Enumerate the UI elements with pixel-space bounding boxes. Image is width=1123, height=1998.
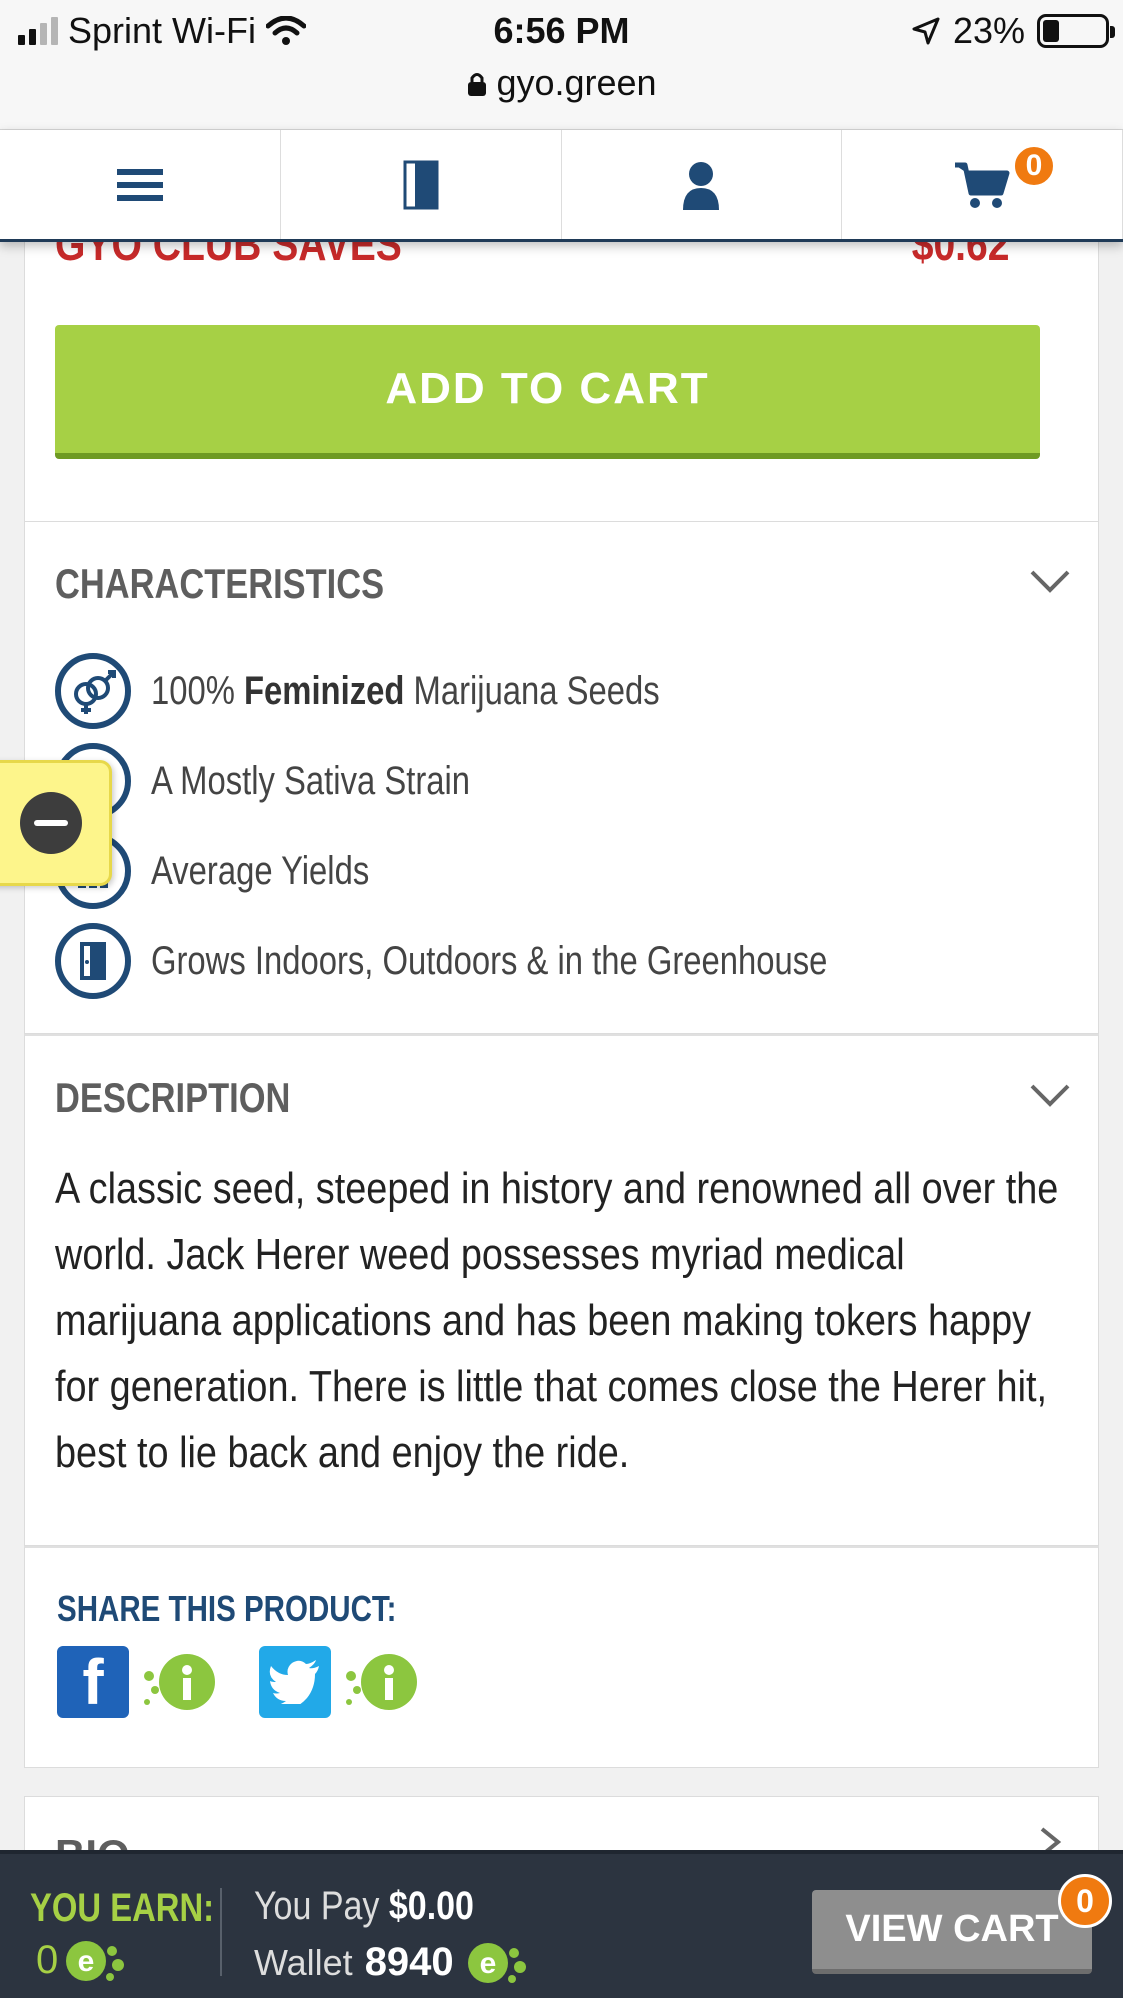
- coin-icon: e: [66, 1940, 125, 1981]
- characteristic-text: 100% Feminized Marijuana Seeds: [151, 668, 660, 713]
- add-to-cart-button[interactable]: ADD TO CART: [55, 325, 1040, 459]
- location-arrow-icon: [912, 17, 940, 45]
- bottom-bar: YOU EARN: 0 e You Pay $0.00 Wallet 8940 …: [0, 1850, 1123, 1998]
- cart-button[interactable]: [842, 130, 1123, 239]
- account-button[interactable]: [562, 130, 843, 239]
- menu-button[interactable]: [0, 130, 281, 239]
- lock-icon: [468, 73, 487, 96]
- facebook-icon[interactable]: f: [57, 1646, 129, 1718]
- divider: [220, 1888, 222, 1976]
- login-button[interactable]: [281, 130, 562, 239]
- gender-icon: [55, 653, 131, 729]
- share-buttons: f: [57, 1646, 461, 1718]
- description-section: DESCRIPTION A classic seed, steeped in h…: [24, 1034, 1099, 1546]
- status-bar: Sprint Wi-Fi 6:56 PM 23% gyo.green: [0, 0, 1123, 130]
- coin-icon: e: [467, 1942, 526, 1983]
- characteristic-text: Average Yields: [151, 848, 370, 893]
- cart-count-badge: 0: [1012, 144, 1056, 188]
- description-text: A classic seed, steeped in history and r…: [55, 1164, 1059, 1477]
- address-bar[interactable]: gyo.green: [0, 62, 1123, 104]
- svg-text:e: e: [78, 1945, 95, 1978]
- price-card: GYO CLUB SAVES $0.62 ADD TO CART: [24, 200, 1099, 522]
- list-item: Average Yields: [55, 826, 976, 916]
- wallet-row: Wallet 8940 e: [254, 1940, 528, 1985]
- list-item: 100% Feminized Marijuana Seeds: [55, 646, 976, 736]
- page: Sprint Wi-Fi 6:56 PM 23% gyo.green GYO C…: [0, 0, 1123, 1998]
- app-nav: 0: [0, 130, 1123, 242]
- earn-value: 0 e: [36, 1938, 126, 1983]
- earn-label: YOU EARN:: [30, 1886, 215, 1930]
- view-cart-button[interactable]: VIEW CART: [812, 1890, 1092, 1974]
- description-title[interactable]: DESCRIPTION: [55, 1074, 290, 1122]
- side-widget[interactable]: [0, 760, 112, 886]
- view-cart-count-badge: 0: [1058, 1874, 1112, 1928]
- earn-info-icon[interactable]: [341, 1646, 421, 1718]
- chevron-down-icon[interactable]: [1028, 566, 1072, 596]
- characteristic-text: A Mostly Sativa Strain: [151, 758, 471, 803]
- user-icon: [683, 161, 720, 210]
- svg-text:e: e: [479, 1947, 496, 1980]
- share-title: SHARE THIS PRODUCT:: [57, 1588, 397, 1629]
- chevron-down-icon[interactable]: [1028, 1080, 1072, 1110]
- list-item: Grows Indoors, Outdoors & in the Greenho…: [55, 916, 976, 1006]
- minus-icon: [20, 792, 82, 854]
- earn-info-icon[interactable]: [139, 1646, 219, 1718]
- pay-row: You Pay $0.00: [254, 1884, 474, 1928]
- characteristics-section: CHARACTERISTICS 100% Feminized Marijuana…: [24, 522, 1099, 1034]
- menu-icon: [116, 168, 163, 201]
- url-text: gyo.green: [496, 62, 657, 103]
- characteristic-text: Grows Indoors, Outdoors & in the Greenho…: [151, 938, 828, 983]
- door-icon: [403, 160, 439, 209]
- share-section: SHARE THIS PRODUCT: f: [24, 1546, 1099, 1768]
- battery-icon: [1037, 14, 1115, 48]
- characteristics-title[interactable]: CHARACTERISTICS: [55, 560, 384, 608]
- twitter-icon[interactable]: [259, 1646, 331, 1718]
- cart-icon: [955, 162, 1010, 208]
- list-item: A Mostly Sativa Strain: [55, 736, 976, 826]
- characteristics-list: 100% Feminized Marijuana Seeds A Mostly …: [55, 646, 976, 1006]
- battery-percent: 23%: [952, 10, 1025, 51]
- door-icon: [55, 923, 131, 999]
- status-right: 23%: [911, 10, 1115, 52]
